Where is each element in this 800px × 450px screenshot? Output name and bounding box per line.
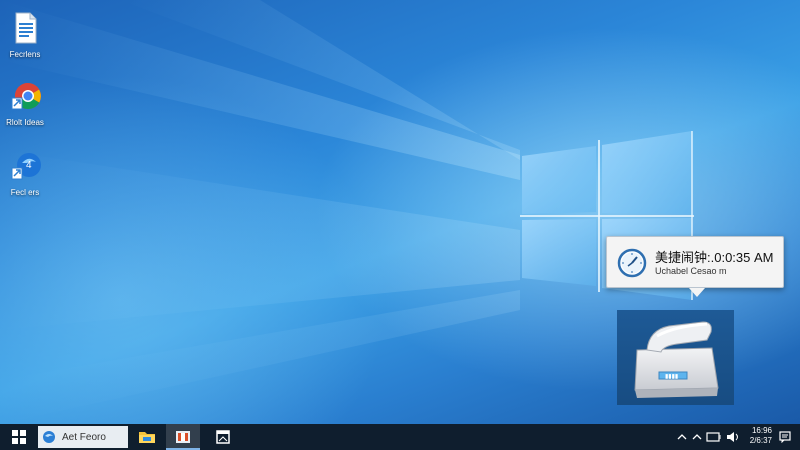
start-button[interactable] xyxy=(4,424,34,450)
device-icon: ▮▮▮▮ xyxy=(634,321,719,398)
chrome-icon xyxy=(10,80,41,112)
notification-icon xyxy=(779,431,791,443)
edge-icon xyxy=(43,431,55,443)
desktop-icon-label: Fecl ers xyxy=(10,188,40,197)
windows-icon xyxy=(12,430,26,444)
store-icon xyxy=(176,431,190,443)
taskbar-clock[interactable]: 16:96 2/6:37 xyxy=(740,426,772,448)
window-icon xyxy=(216,430,230,444)
clock-icon xyxy=(617,248,647,278)
svg-text:▮▮▮▮: ▮▮▮▮ xyxy=(665,374,678,380)
tray-arrow-icon[interactable] xyxy=(691,432,703,442)
device-preview[interactable]: ▮▮▮▮ xyxy=(617,310,734,405)
taskbar-file-explorer[interactable] xyxy=(130,424,164,450)
desktop-icon-edge[interactable]: 4 Fecl ers xyxy=(2,146,48,212)
notification-tail xyxy=(689,288,705,297)
network-icon[interactable] xyxy=(706,431,722,443)
desktop-icon-label: Rlolt Ideas xyxy=(6,118,44,127)
taskbar-search[interactable]: Aet Feoro xyxy=(38,426,128,448)
tray-date: 2/6:37 xyxy=(749,436,772,445)
action-center-button[interactable] xyxy=(774,424,796,450)
notification-title: 美捷闹钟:.0:0:35 AM xyxy=(655,250,774,265)
volume-icon[interactable] xyxy=(726,431,740,443)
taskbar-app-window[interactable] xyxy=(206,424,240,450)
desktop-icon-browser[interactable]: Rlolt Ideas xyxy=(2,76,48,142)
notification-subtitle: Uchabel Cesao m xyxy=(655,266,727,276)
alarm-notification[interactable]: 美捷闹钟:.0:0:35 AM Uchabel Cesao m xyxy=(606,236,784,297)
edge-icon: 4 xyxy=(10,150,41,182)
taskbar: Aet Feoro 16:96 2/6:37 xyxy=(0,424,800,450)
folder-icon xyxy=(139,432,155,443)
desktop-icon-file[interactable]: Fecrlens xyxy=(2,8,48,74)
svg-text:4: 4 xyxy=(26,160,32,171)
document-icon xyxy=(10,12,40,44)
desktop: Fecrlens Rlolt Ideas 4 Fecl ers 美捷闹钟:.0:… xyxy=(0,0,800,424)
chevron-up-icon[interactable] xyxy=(676,432,688,442)
tray-time: 16:96 xyxy=(751,426,772,435)
system-tray xyxy=(676,424,740,450)
desktop-icon-label: Fecrlens xyxy=(9,50,41,59)
search-text: Aet Feoro xyxy=(62,431,106,443)
taskbar-app-store[interactable] xyxy=(166,424,200,450)
